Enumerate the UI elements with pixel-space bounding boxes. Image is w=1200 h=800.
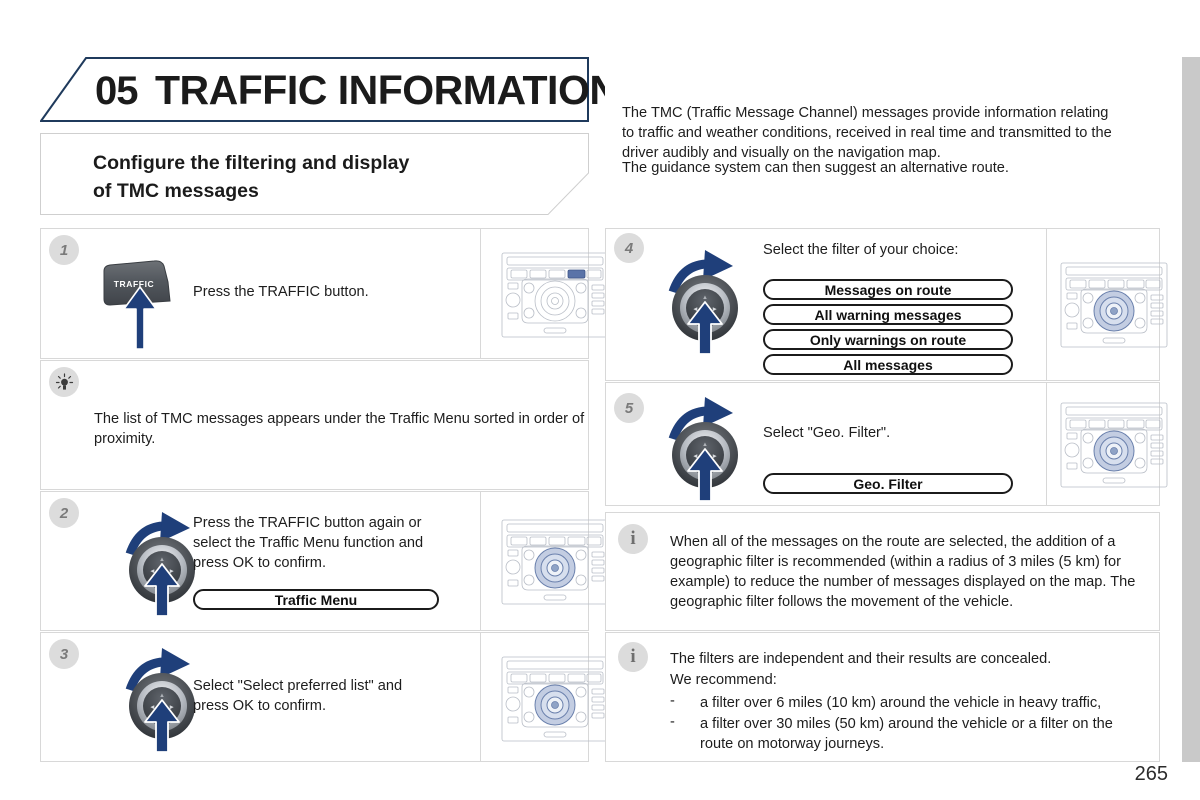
step-5-headunit-thumbnail xyxy=(1055,395,1173,500)
info-2-bullet-0: a filter over 6 miles (10 km) around the… xyxy=(700,695,1102,711)
intro-paragraph-1: The TMC (Traffic Message Channel) messag… xyxy=(622,105,1112,162)
chapter-title: TRAFFIC INFORMATION xyxy=(155,67,619,113)
intro-card: The TMC (Traffic Message Channel) messag… xyxy=(605,57,1160,216)
step-4-badge: 4 xyxy=(614,233,644,263)
info-card-2: i The filters are independent and their … xyxy=(605,632,1160,762)
info-1-text: When all of the messages on the route ar… xyxy=(670,534,1136,611)
step-5-card: 5 ▲ Select "Geo. Filter". Geo. Filter xyxy=(605,382,1168,508)
step-1-divider xyxy=(480,229,481,358)
step-3-headunit-thumbnail xyxy=(496,649,614,754)
tip-card: The list of TMC messages appears under t… xyxy=(40,360,589,490)
highlighted-rotary-knob xyxy=(534,684,576,726)
page-edge-tab-strip xyxy=(1182,57,1200,762)
step-5-divider xyxy=(1046,383,1047,505)
step-5-text: Select "Geo. Filter". xyxy=(763,425,891,441)
step-4-option-3[interactable]: All messages xyxy=(763,354,1013,375)
section-title: Configure the filtering and display of T… xyxy=(93,150,553,205)
step-5-knob-illustration: ◄ OK ► ▲ ▼ xyxy=(661,391,757,508)
page-number: 265 xyxy=(1134,763,1168,785)
svg-text:▲: ▲ xyxy=(702,295,708,301)
step-4-knob-illustration: ◄ OK ► ▲ ▼ xyxy=(661,244,757,361)
info-2-bullet-marker-0: - xyxy=(670,693,675,709)
info-2-bullet-marker-1: - xyxy=(670,714,675,730)
tip-bulb-badge xyxy=(49,367,79,397)
step-3-badge: 3 xyxy=(49,639,79,669)
intro-paragraph-2: The guidance system can then suggest an … xyxy=(622,160,1009,176)
highlighted-rotary-knob xyxy=(1093,430,1135,472)
step-1-headunit-thumbnail xyxy=(496,245,614,350)
step-3-divider xyxy=(480,633,481,761)
step-4-text: Select the filter of your choice: xyxy=(763,242,959,258)
section-title-box: Configure the filtering and display of T… xyxy=(40,133,589,215)
step-5-menu-item[interactable]: Geo. Filter xyxy=(763,473,1013,494)
manual-page: 05 TRAFFIC INFORMATION Configure the fil… xyxy=(0,0,1200,800)
traffic-button-label: TRAFFIC xyxy=(114,279,155,289)
highlighted-rotary-knob xyxy=(534,547,576,589)
step-2-headunit-thumbnail xyxy=(496,512,614,617)
step-3-card: 3 ▲ Select "Select preferred list" and p… xyxy=(40,632,609,762)
step-5-badge: 5 xyxy=(614,393,644,423)
step-2-card: 2 ▲ Press the TRAFFIC button again or se… xyxy=(40,491,609,631)
step-1-badge: 1 xyxy=(49,235,79,265)
info-2-line-1: The filters are independent and their re… xyxy=(670,651,1052,667)
step-1-text: Press the TRAFFIC button. xyxy=(193,284,369,300)
info-card-1: i When all of the messages on the route … xyxy=(605,512,1160,631)
step-4-headunit-thumbnail xyxy=(1055,255,1173,360)
step-4-option-1[interactable]: All warning messages xyxy=(763,304,1013,325)
highlighted-traffic-key xyxy=(567,269,586,279)
info-2-bullet-1: a filter over 30 miles (50 km) around th… xyxy=(700,716,1113,753)
info-2-badge: i xyxy=(618,642,648,672)
svg-text:▲: ▲ xyxy=(159,557,165,563)
step-4-divider xyxy=(1046,229,1047,380)
step-4-card: 4 ▲ Select the filter of your choice: Me… xyxy=(605,228,1168,381)
traffic-button-illustration: TRAFFIC xyxy=(96,249,206,359)
step-2-badge: 2 xyxy=(49,498,79,528)
chapter-header-banner: 05 TRAFFIC INFORMATION xyxy=(40,57,619,122)
step-1-card: 1 TRAFFIC Press the TRAFFIC button. xyxy=(40,228,609,359)
info-2-line-2: We recommend: xyxy=(670,672,777,688)
step-4-option-0[interactable]: Messages on route xyxy=(763,279,1013,300)
section-title-line-1: Configure the filtering and display xyxy=(93,152,410,174)
svg-text:▲: ▲ xyxy=(159,693,165,699)
lightbulb-icon xyxy=(55,372,73,390)
info-1-badge: i xyxy=(618,524,648,554)
chapter-number: 05 xyxy=(95,69,138,113)
svg-text:▲: ▲ xyxy=(702,442,708,448)
step-2-divider xyxy=(480,492,481,630)
section-title-line-2: of TMC messages xyxy=(93,179,259,202)
step-4-option-2[interactable]: Only warnings on route xyxy=(763,329,1013,350)
step-2-menu-item[interactable]: Traffic Menu xyxy=(193,589,439,610)
step-3-text: Select "Select preferred list" and press… xyxy=(193,678,403,715)
step-2-text: Press the TRAFFIC button again or select… xyxy=(193,515,424,572)
tip-text: The list of TMC messages appears under t… xyxy=(94,411,585,448)
highlighted-rotary-knob xyxy=(1093,290,1135,332)
